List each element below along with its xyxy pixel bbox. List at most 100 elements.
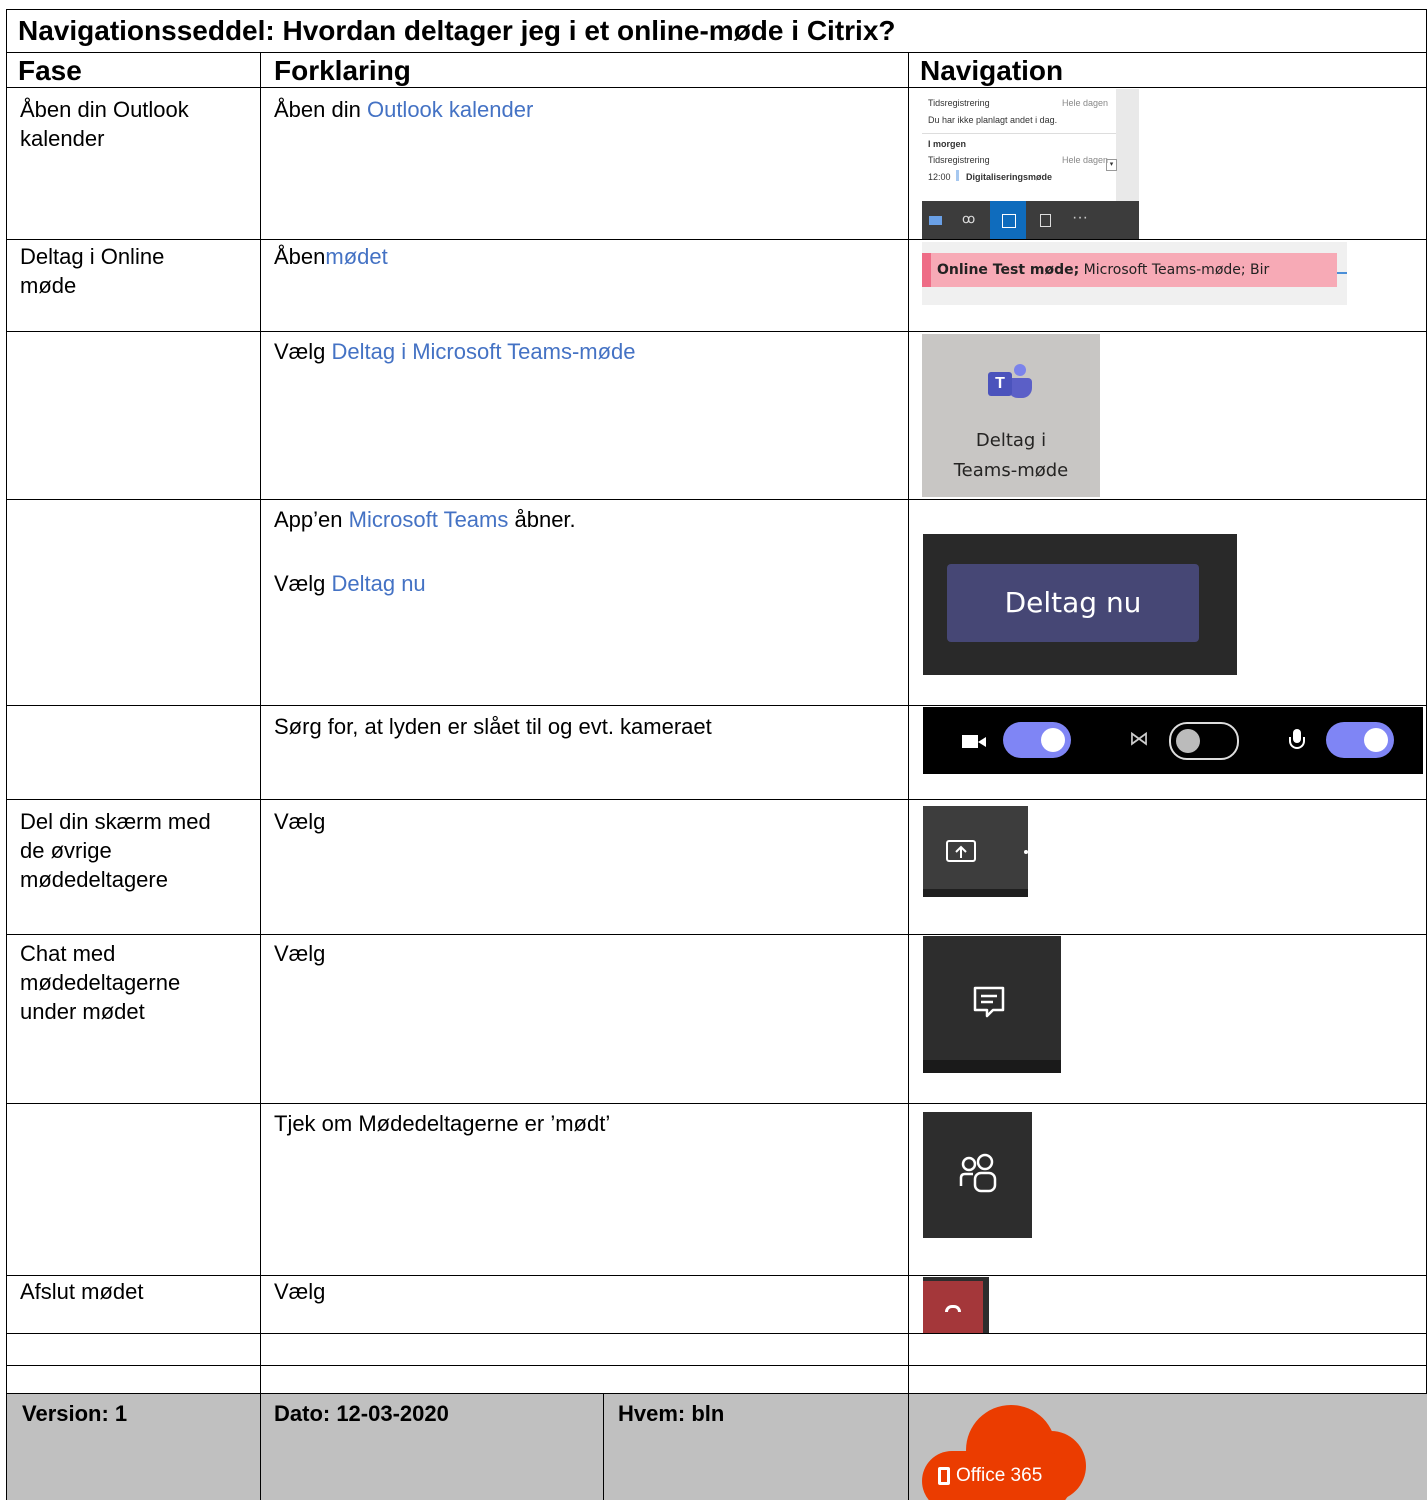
row-phase: Åben din Outlook kalender — [20, 97, 189, 151]
row-explanation: App’en Microsoft Teams åbner. — [274, 505, 576, 534]
participants-screenshot — [923, 1112, 1032, 1238]
explanation-text: Åben — [274, 244, 326, 269]
people-icon[interactable]: ꝏ — [962, 211, 975, 227]
meeting-subtitle: Microsoft Teams-møde; Bir — [1079, 262, 1270, 278]
page-title: Navigationsseddel: Hvordan deltager jeg … — [18, 15, 896, 46]
row-phase: Del din skærm med de øvrige mødedeltager… — [20, 809, 211, 892]
row-explanation: Vælg — [274, 939, 325, 968]
rule — [6, 1103, 1427, 1104]
row-explanation: Åbenmødet — [274, 242, 388, 271]
meeting-title: Online Test møde; — [937, 262, 1080, 278]
footer-author: Hvem: bln — [618, 1401, 725, 1426]
outlook-agenda-panel: Tidsregistrering Hele dagen Du har ikke … — [922, 89, 1117, 201]
hangup-screenshot — [923, 1277, 989, 1333]
teams-logo-icon: T — [984, 364, 1036, 398]
column-header-fase: Fase — [18, 55, 82, 86]
rule — [603, 1393, 604, 1500]
row-explanation: Sørg for, at lyden er slået til og evt. … — [274, 712, 712, 741]
explanation-text: Vælg — [274, 571, 332, 596]
rule — [6, 239, 1427, 240]
rule — [6, 9, 7, 1500]
join-teams-label-line: Deltag i — [975, 430, 1047, 451]
explanation-link: mødet — [325, 244, 388, 269]
explanation-text: Åben din — [274, 97, 367, 122]
agenda-note: Du har ikke planlagt andet i dag. — [928, 115, 1058, 125]
rule — [6, 87, 1427, 88]
agenda-day-header: I morgen — [928, 139, 967, 149]
blur-icon: ⋈ — [1129, 728, 1149, 750]
explanation-text: Tjek om Mødedeltagerne er ’mødt’ — [274, 1111, 611, 1136]
explanation-text: Vælg — [274, 339, 332, 364]
agenda-item-time: 12:00 — [928, 172, 951, 182]
explanation-text: Sørg for, at lyden er slået til og evt. … — [274, 714, 712, 739]
calendar-icon[interactable] — [990, 201, 1026, 239]
rule — [6, 705, 1427, 706]
meeting-entry[interactable]: Online Test møde; Microsoft Teams-møde; … — [922, 253, 1337, 287]
outlook-nav-bar: ꝏ ··· — [922, 201, 1139, 239]
microphone-toggle[interactable] — [1326, 722, 1394, 758]
office-icon — [938, 1467, 950, 1485]
column-header-navigation: Navigation — [920, 55, 1064, 86]
row-explanation: Vælg Deltag i Microsoft Teams-møde — [274, 337, 636, 366]
rule — [260, 52, 261, 1500]
rule — [908, 52, 909, 1500]
outlook-calendar-screenshot: Tidsregistrering Hele dagen Du har ikke … — [922, 89, 1139, 239]
explanation-link: Outlook kalender — [366, 97, 534, 122]
chat-icon[interactable] — [971, 984, 1007, 1020]
navigation-sheet: Navigationsseddel: Hvordan deltager jeg … — [6, 9, 1427, 1500]
background-blur-toggle[interactable] — [1169, 722, 1239, 760]
scroll-down-icon[interactable]: ▾ — [1106, 159, 1117, 171]
share-screen-screenshot — [923, 806, 1028, 897]
hangup-button[interactable] — [923, 1281, 983, 1333]
hangup-icon — [945, 1305, 961, 1312]
more-icon[interactable]: ··· — [1072, 209, 1088, 227]
rule — [6, 1393, 1427, 1394]
explanation-link: Microsoft Teams — [348, 507, 509, 532]
rule — [6, 331, 1427, 332]
row-phase: Afslut mødet — [20, 1279, 144, 1304]
column-header-forklaring: Forklaring — [274, 55, 411, 86]
join-now-screenshot: Deltag nu — [923, 534, 1237, 675]
camera-toggle[interactable] — [1003, 722, 1071, 758]
share-screen-icon[interactable] — [945, 839, 977, 865]
envelope-icon[interactable] — [929, 216, 942, 225]
meeting-entry-screenshot: Online Test møde; Microsoft Teams-møde; … — [922, 242, 1347, 305]
chat-screenshot — [923, 936, 1061, 1073]
explanation-link: Deltag nu — [331, 571, 426, 596]
row-phase: Deltag i Online møde — [20, 244, 165, 298]
explanation-text: App’en — [274, 507, 349, 532]
explanation-text: Vælg — [274, 1279, 326, 1304]
row-explanation: Tjek om Mødedeltagerne er ’mødt’ — [274, 1109, 610, 1138]
rule — [6, 799, 1427, 800]
join-now-button[interactable]: Deltag nu — [947, 564, 1199, 642]
camera-icon — [962, 735, 978, 748]
join-teams-meeting-button[interactable]: T Deltag i Teams-møde — [922, 334, 1100, 497]
explanation-link: Deltag i Microsoft Teams-møde — [331, 339, 636, 364]
row-explanation: Åben din Outlook kalender — [274, 95, 533, 124]
join-teams-label: Deltag i Teams-møde — [922, 426, 1100, 486]
footer-date: Dato: 12-03-2020 — [274, 1401, 449, 1426]
row-phase: Chat med mødedeltagerne under mødet — [20, 941, 181, 1024]
agenda-item-time: Hele dagen — [1062, 98, 1109, 108]
audio-video-toggles: ⋈ — [923, 707, 1423, 774]
agenda-item-title: Digitaliseringsmøde — [966, 172, 1053, 182]
office-logo-text: Office 365 — [956, 1465, 1043, 1486]
join-teams-label-line: Teams-møde — [953, 460, 1069, 481]
rule — [6, 499, 1427, 500]
row-explanation: Vælg — [274, 807, 325, 836]
agenda-item: Tidsregistrering — [928, 98, 990, 108]
rule — [6, 1365, 1427, 1366]
tasks-icon[interactable] — [1040, 214, 1051, 227]
row-explanation: Vælg — [274, 1277, 325, 1306]
agenda-item: Tidsregistrering — [928, 155, 990, 165]
explanation-text: åbner. — [508, 507, 576, 532]
explanation-text: Vælg — [274, 941, 326, 966]
rule — [6, 1275, 1427, 1276]
explanation-text: Vælg — [274, 809, 326, 834]
rule — [6, 1333, 1427, 1334]
rule — [6, 9, 1427, 10]
agenda-item-time: Hele dagen — [1062, 155, 1109, 165]
participants-icon[interactable] — [955, 1152, 999, 1196]
office-365-logo: Office 365 — [916, 1393, 1086, 1500]
footer-version: Version: 1 — [22, 1401, 128, 1426]
